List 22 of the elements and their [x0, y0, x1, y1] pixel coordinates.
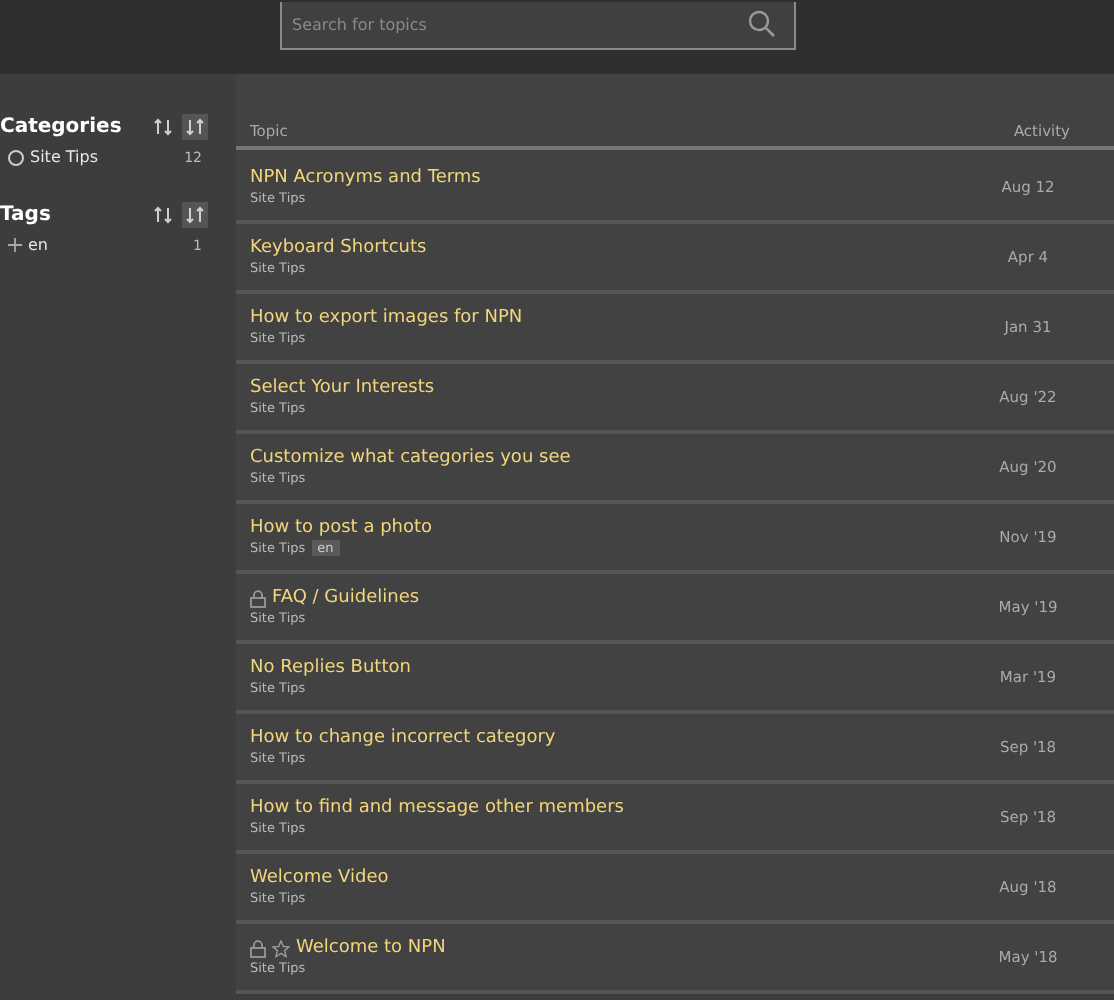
search-field[interactable]: Search for topics: [280, 2, 796, 50]
topic-link[interactable]: How to post a photo: [250, 518, 433, 538]
topic-link[interactable]: Welcome Video: [250, 868, 389, 888]
topic-link[interactable]: Keyboard Shortcuts: [250, 238, 427, 258]
sort-button[interactable]: [150, 202, 176, 228]
topic-link[interactable]: How to find and message other members: [250, 798, 624, 818]
sort-button[interactable]: [182, 202, 208, 228]
sort-button[interactable]: [150, 114, 176, 140]
section-title: Categories: [0, 116, 122, 138]
circle-icon: [8, 149, 24, 165]
topic-link[interactable]: How to export images for NPN: [250, 308, 523, 328]
topic-link[interactable]: FAQ / Guidelines: [272, 588, 420, 608]
section-title: Tags: [0, 204, 51, 226]
topic-link[interactable]: Welcome to NPN: [296, 938, 446, 958]
sort-button[interactable]: [182, 114, 208, 140]
topic-link[interactable]: Select Your Interests: [250, 378, 435, 398]
topic-link[interactable]: NPN Acronyms and Terms: [250, 168, 481, 188]
topic-link[interactable]: No Replies Button: [250, 658, 411, 678]
topic-link[interactable]: Customize what categories you see: [250, 448, 571, 468]
topic-link[interactable]: How to change incorrect category: [250, 728, 556, 748]
plus-icon: [8, 238, 22, 252]
search-icon: [748, 10, 776, 38]
